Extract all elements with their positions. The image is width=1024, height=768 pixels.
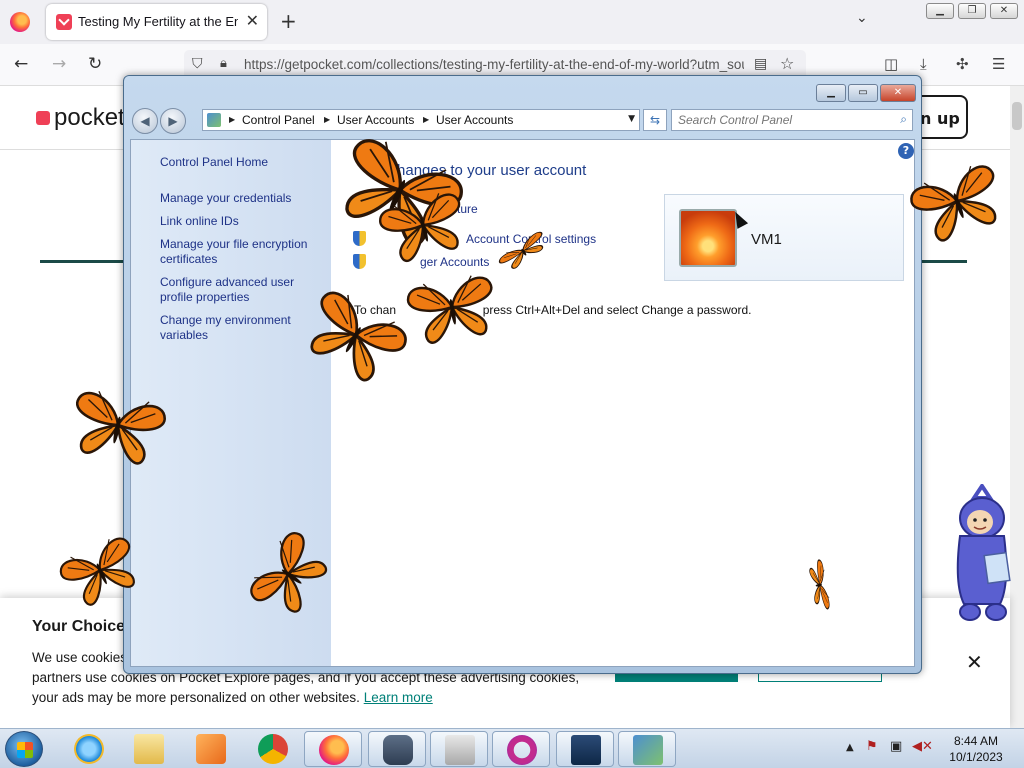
user-avatar[interactable] — [679, 209, 737, 267]
tab-close-icon[interactable]: ✕ — [246, 11, 259, 30]
folder-icon — [134, 734, 164, 764]
pocket-logo-icon — [36, 111, 50, 125]
tab-title: Testing My Fertility at the End of My Wo… — [78, 14, 238, 29]
volume-muted-icon[interactable]: ◀✕ — [912, 739, 933, 754]
cp-search-input[interactable] — [678, 113, 888, 127]
sidebar-file-encryption[interactable]: Manage your file encryption certificates — [160, 237, 325, 267]
breadcrumb-arrow-icon[interactable]: ▶ — [229, 115, 235, 124]
taskbar-archive-button[interactable] — [430, 731, 488, 767]
taskbar-clock[interactable]: 8:44 AM 10/1/2023 — [936, 733, 1016, 765]
tray-expand-icon[interactable]: ▲ — [846, 742, 854, 753]
network-icon[interactable]: ▣ — [890, 739, 902, 754]
breadcrumb-user-accounts-current[interactable]: User Accounts — [436, 113, 513, 127]
control-panel-icon — [633, 735, 663, 765]
sidebar-control-panel-home[interactable]: Control Panel Home — [160, 155, 325, 170]
address-dropdown-icon[interactable]: ▼ — [628, 114, 635, 124]
pocket-logo-text: pocket — [54, 104, 125, 131]
breadcrumb-user-accounts[interactable]: User Accounts — [337, 113, 414, 127]
taskbar-app-button[interactable] — [368, 731, 426, 767]
window-minimize-button[interactable]: ▁ — [926, 3, 954, 19]
cp-forward-button[interactable]: ▶ — [160, 108, 186, 134]
opera-icon — [507, 735, 537, 765]
window-close-button[interactable]: ✕ — [990, 3, 1018, 19]
taskbar-firefox-button[interactable] — [304, 731, 362, 767]
taskbar-ie-button[interactable] — [60, 731, 118, 767]
downloads-icon[interactable]: ⤓ — [920, 55, 927, 73]
cp-address-bar[interactable]: ▶ Control Panel ▶ User Accounts ▶ User A… — [202, 109, 640, 131]
firefox-icon — [319, 735, 349, 765]
start-button[interactable] — [5, 731, 43, 767]
tracking-shield-icon[interactable]: ⛉ — [192, 56, 203, 72]
breadcrumb-control-panel[interactable]: Control Panel — [242, 113, 315, 127]
cp-back-button[interactable]: ◀ — [132, 108, 158, 134]
breadcrumb-arrow-icon[interactable]: ▶ — [423, 115, 429, 124]
tab-list-button[interactable]: ⌄ — [856, 10, 868, 26]
internet-explorer-icon — [74, 734, 104, 764]
learn-more-link[interactable]: Learn more — [364, 690, 433, 705]
pocket-save-icon[interactable]: ◫ — [884, 55, 898, 73]
new-tab-button[interactable]: + — [280, 9, 297, 33]
app-icon — [383, 735, 413, 765]
chrome-icon — [258, 734, 288, 764]
cp-refresh-button[interactable]: ⇆ — [643, 109, 667, 131]
browser-tab-bar: Testing My Fertility at the End of My Wo… — [0, 0, 1024, 44]
bookmark-star-icon[interactable]: ☆ — [780, 54, 794, 73]
page-scrollbar[interactable] — [1010, 86, 1024, 728]
uac-shield-icon — [353, 254, 366, 269]
control-panel-icon — [207, 113, 221, 127]
butterfly-icon — [243, 526, 336, 625]
url-text[interactable]: https://getpocket.com/collections/testin… — [244, 57, 744, 72]
butterfly-icon — [375, 187, 472, 267]
butterfly-icon — [807, 558, 832, 612]
extensions-icon[interactable]: ✣ — [956, 55, 969, 73]
clock-time: 8:44 AM — [953, 734, 999, 748]
lock-icon[interactable]: 🔒︎ — [220, 56, 227, 71]
taskbar: ▲ ⚑ ▣ ◀✕ 8:44 AM 10/1/2023 — [0, 728, 1024, 768]
cookie-line-1: We use cookies — [32, 650, 128, 665]
back-arrow-icon[interactable]: ← — [14, 54, 28, 74]
sidebar-link-online-ids[interactable]: Link online IDs — [160, 214, 325, 229]
user-account-card[interactable]: VM1 — [664, 194, 904, 281]
reader-view-icon[interactable]: ▤ — [754, 56, 767, 72]
cookie-title: Your Choice — [32, 618, 126, 635]
taskbar-control-panel-button[interactable] — [618, 731, 676, 767]
cp-close-button[interactable]: ✕ — [880, 84, 916, 102]
menu-hamburger-icon[interactable]: ☰ — [992, 55, 1005, 73]
reload-icon[interactable]: ↻ — [88, 54, 102, 74]
forward-arrow-icon[interactable]: → — [52, 54, 66, 74]
taskbar-explorer-button[interactable] — [120, 731, 178, 767]
cp-minimize-button[interactable]: ▁ — [816, 84, 846, 102]
browser-tab[interactable]: Testing My Fertility at the End of My Wo… — [46, 4, 267, 40]
clock-date: 10/1/2023 — [949, 750, 1003, 764]
cp-maximize-button[interactable]: ▭ — [848, 84, 878, 102]
taskbar-installer-button[interactable] — [556, 731, 614, 767]
butterfly-icon — [905, 158, 1010, 248]
firefox-logo-icon — [10, 12, 30, 32]
action-center-icon[interactable]: ⚑ — [866, 739, 878, 754]
archive-icon — [445, 735, 475, 765]
cp-search-box[interactable]: ⌕ — [671, 109, 913, 131]
installer-icon — [571, 735, 601, 765]
pocket-favicon-icon — [56, 14, 72, 30]
teletubby-icon — [956, 484, 1011, 621]
butterfly-icon — [296, 283, 414, 390]
breadcrumb-arrow-icon[interactable]: ▶ — [324, 115, 330, 124]
sidebar-manage-credentials[interactable]: Manage your credentials — [160, 191, 325, 206]
pocket-logo[interactable]: pocket — [36, 104, 125, 132]
taskbar-opera-button[interactable] — [492, 731, 550, 767]
taskbar-media-player-button[interactable] — [182, 731, 240, 767]
page-scrollbar-thumb[interactable] — [1012, 102, 1022, 130]
cookie-close-icon[interactable]: ✕ — [966, 650, 983, 674]
cookie-line-3: your ads may be more personalized on oth… — [32, 690, 360, 705]
butterfly-icon — [66, 386, 169, 469]
taskbar-chrome-button[interactable] — [244, 731, 302, 767]
user-name: VM1 — [751, 231, 782, 248]
butterfly-icon — [55, 531, 147, 612]
media-player-icon — [196, 734, 226, 764]
window-restore-button[interactable]: ❐ — [958, 3, 986, 19]
search-icon[interactable]: ⌕ — [900, 112, 907, 127]
